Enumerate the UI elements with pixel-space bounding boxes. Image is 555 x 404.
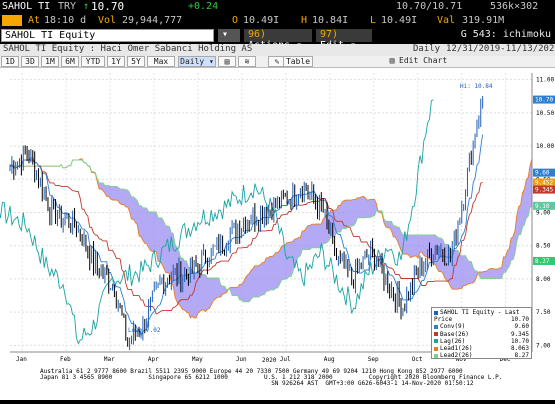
low-label: L bbox=[370, 15, 377, 26]
security-input[interactable]: SAHOL TI Equity bbox=[1, 29, 214, 42]
quote-row-2: At 18:10 d Vol 29,944,777 O 10.49I H 10.… bbox=[0, 14, 555, 28]
tf-3d[interactable]: 3D bbox=[21, 56, 39, 67]
tf-1y[interactable]: 1Y bbox=[107, 56, 125, 67]
legend-item: SAHOL TI Equity - Last Price 10.70 bbox=[434, 309, 529, 324]
currency: TRY bbox=[58, 1, 77, 12]
x-tick-label: Feb bbox=[60, 356, 71, 363]
actions-menu[interactable]: 96) Actions ▾ bbox=[244, 29, 312, 51]
ichimoku-chart[interactable]: Jan Feb Mar Apr May Jun Jul Aug Sep Oct Nov Dec 11.… bbox=[0, 68, 555, 400]
y-tick-label: 7.50 bbox=[536, 309, 551, 316]
open-value: 10.49I bbox=[243, 15, 280, 26]
turnover-value: 319.91M bbox=[462, 15, 505, 26]
legend-swatch bbox=[434, 339, 438, 344]
table-button[interactable]: Table bbox=[283, 56, 313, 67]
legend-item: Lead2(26) 8.27 bbox=[434, 352, 529, 359]
timeframe-bar: 1D 3D 1M 6M YTD 1Y 5Y Max Daily ▾ ▤ ≋ ✎ … bbox=[0, 56, 555, 68]
y-tick-label: 10.50 bbox=[536, 110, 554, 117]
price-tag-label: 10.70 bbox=[535, 97, 553, 104]
y-tick-label: 8.00 bbox=[536, 276, 551, 283]
x-tick-label: Mar bbox=[104, 356, 115, 363]
page-title: G 543: ichimoku bbox=[372, 29, 555, 42]
footer-line-3: SN 926264 AST GMT+3:00 G626-6043-1 14-No… bbox=[40, 380, 474, 388]
tf-1m[interactable]: 1M bbox=[41, 56, 59, 67]
high-label: H bbox=[301, 15, 308, 26]
legend-item: Lag(26) 10.70 bbox=[434, 338, 529, 345]
price-change: +0.24 bbox=[188, 1, 219, 12]
edit-menu[interactable]: 97) Edit ▾ bbox=[316, 29, 372, 51]
status-box bbox=[2, 15, 22, 26]
x-tick-label: Jul bbox=[280, 356, 291, 363]
ticker: SAHOL TI bbox=[2, 1, 51, 12]
security-name: SAHOL TI Equity : Haci Omer Sabanci Hold… bbox=[3, 44, 253, 54]
price-tag-label: 8.27 bbox=[535, 258, 550, 265]
low-label: Low: 7.02 bbox=[128, 327, 161, 334]
legend-swatch bbox=[434, 310, 438, 315]
legend-item: Base(26) 9.345 bbox=[434, 331, 529, 338]
edit-chart-button[interactable]: Edit Chart bbox=[399, 56, 449, 67]
period-select[interactable]: Daily ▾ bbox=[178, 56, 216, 67]
y-tick-label: 10.00 bbox=[536, 143, 554, 150]
x-tick-label: Jan bbox=[16, 356, 27, 363]
quote-row-1: SAHOL TI TRY ↑ 10.70 +0.24 10.70/10.71 5… bbox=[0, 0, 555, 14]
price-tag-label: 9.452 bbox=[535, 179, 553, 186]
tf-max[interactable]: Max bbox=[147, 56, 175, 67]
dropdown-arrow-button[interactable]: ▾ bbox=[218, 29, 240, 42]
high-value: 10.84I bbox=[312, 15, 349, 26]
x-tick-label: Apr bbox=[148, 356, 159, 363]
legend-item: Lead1(26) 8.063 bbox=[434, 345, 529, 352]
year-label: 2020 bbox=[262, 357, 277, 364]
low-value: 10.49I bbox=[381, 15, 418, 26]
tf-5y[interactable]: 5Y bbox=[127, 56, 145, 67]
hi-label: Hi: 10.84 bbox=[460, 83, 493, 90]
at-label: At bbox=[28, 15, 41, 26]
chart-type-icon[interactable]: ▤ bbox=[218, 56, 236, 67]
edit-chart-icon[interactable]: ▥ bbox=[385, 56, 399, 67]
function-toolbar: SAHOL TI Equity ▾ 96) Actions ▾ 97) Edit… bbox=[0, 28, 555, 51]
period-label: Daily bbox=[413, 44, 441, 54]
tf-6m[interactable]: 6M bbox=[61, 56, 79, 67]
y-tick-label: 7.00 bbox=[536, 342, 551, 349]
last-price: 10.70 bbox=[91, 0, 125, 13]
edit-number: 97) bbox=[320, 29, 339, 40]
price-tag-label: 9.345 bbox=[535, 187, 553, 194]
legend-swatch bbox=[434, 346, 438, 351]
legend-swatch bbox=[434, 353, 438, 358]
legend-swatch bbox=[434, 332, 438, 337]
bid-ask: 10.70/10.71 bbox=[396, 1, 463, 12]
price-tag-label: 9.10 bbox=[535, 203, 550, 210]
x-tick-label: Aug bbox=[324, 356, 335, 363]
trade-time: 18:10 d bbox=[44, 15, 87, 26]
legend-swatch bbox=[434, 324, 438, 329]
x-tick-label: Jun bbox=[236, 356, 247, 363]
y-axis: 11.0010.5010.009.509.008.508.007.507.00 bbox=[531, 73, 554, 352]
line-type-icon[interactable]: ≋ bbox=[238, 56, 256, 67]
security-line: SAHOL TI Equity : Haci Omer Sabanci Hold… bbox=[0, 44, 555, 56]
val-label: Val bbox=[437, 15, 456, 26]
x-tick-label: Oct bbox=[412, 356, 423, 363]
y-tick-label: 11.00 bbox=[536, 77, 554, 84]
y-tick-label: 8.50 bbox=[536, 243, 551, 250]
x-tick-label: May bbox=[192, 356, 203, 363]
price-tag-label: 9.60 bbox=[535, 170, 550, 177]
vol-label: Vol bbox=[98, 15, 117, 26]
footer: Australia 61 2 9777 8600 Brazil 5511 239… bbox=[40, 368, 502, 388]
y-tick-label: 9.00 bbox=[536, 210, 551, 217]
tf-ytd[interactable]: YTD bbox=[81, 56, 105, 67]
legend: SAHOL TI Equity - Last Price 10.70 Conv(9… bbox=[431, 307, 532, 359]
date-range: 12/31/2019-11/13/2020 bbox=[446, 44, 555, 54]
open-label: O bbox=[232, 15, 239, 26]
x-tick-label: Sep bbox=[368, 356, 379, 363]
volume: 29,944,777 bbox=[122, 15, 183, 26]
actions-number: 96) bbox=[248, 29, 267, 40]
right-axis-tags: 10.70 9.60 9.4529.345 9.10 8.27 bbox=[533, 95, 555, 265]
tf-1d[interactable]: 1D bbox=[1, 56, 19, 67]
bid-ask-size: 536k×302 bbox=[490, 1, 539, 12]
legend-item: Conv(9) 9.60 bbox=[434, 323, 529, 330]
up-arrow-icon: ↑ bbox=[83, 1, 90, 12]
